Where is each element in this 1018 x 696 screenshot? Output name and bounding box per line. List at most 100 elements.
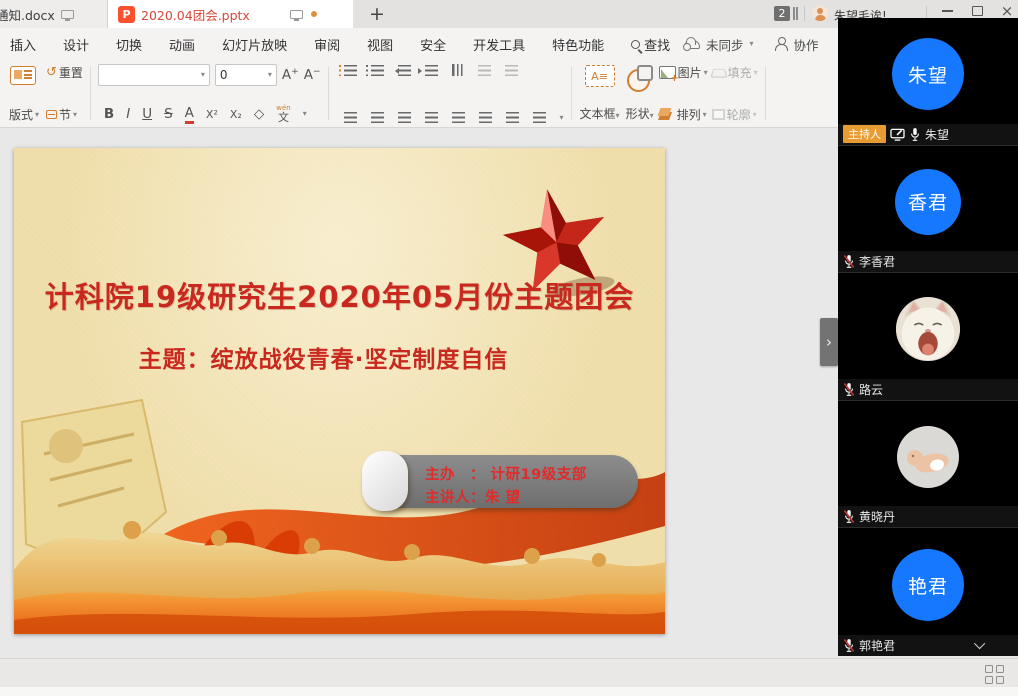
font-name-select[interactable]: ▾ [98,64,210,86]
menu-view[interactable]: 视图 [367,35,393,54]
column-spacing-icon[interactable] [479,112,492,123]
info-capsule[interactable]: 主办 ： 计研19级支部 主讲人：朱 望 [365,455,638,508]
avatar: 香君 [895,169,961,235]
menu-slideshow[interactable]: 幻灯片放映 [222,35,287,54]
participant-label-bar: 郭艳君 [838,635,1018,656]
font-color-button[interactable]: A [185,105,194,123]
participant-tile-3[interactable]: 路云 [838,273,1018,401]
menu-transitions[interactable]: 切换 [116,35,142,54]
participant-name: 郭艳君 [859,637,895,654]
slide-canvas[interactable]: 计科院19级研究生2020年05月份主题团会 主题：绽放战役青春·坚定制度自信 … [14,148,665,634]
subscript-button[interactable]: X₂ [230,108,242,121]
section-button[interactable]: 节▾ [46,106,83,123]
wps-presentation-icon: P [118,6,135,23]
pinyin-guide-button[interactable]: wén 文 [276,105,290,123]
mic-on-icon [909,127,921,142]
menu-insert[interactable]: 插入 [10,35,36,54]
arrange-button[interactable]: 排列▾ [659,106,708,123]
avatar: 朱望 [892,38,964,110]
participant-tile-1[interactable]: 朱望 主持人 朱望 [838,18,1018,146]
italic-button[interactable]: I [126,106,130,122]
user-avatar[interactable] [812,5,828,21]
fill-button[interactable]: 填充▾ [712,64,758,81]
arrange-icon [659,108,675,122]
tab-document-docx[interactable]: 通知.docx [0,0,108,28]
align-center-icon[interactable] [371,112,384,123]
menu-find[interactable]: 查找 [631,35,670,54]
clear-format-icon[interactable]: ◇ [254,106,264,122]
align-right-icon[interactable] [398,112,411,123]
layout-group: 版式▾ [4,63,44,124]
participant-label-bar: 路云 [838,379,1018,400]
window-stack-icon [793,7,798,20]
shapes-button[interactable]: 形状▾ [623,63,657,124]
participant-name: 黄晓丹 [859,508,895,525]
bullet-list-icon[interactable] [344,65,357,76]
mic-muted-icon [843,254,855,269]
sync-status[interactable]: 未同步 [706,35,744,54]
baby-photo-avatar [896,425,960,489]
menu-security[interactable]: 安全 [420,35,446,54]
slide-layout-icon[interactable] [10,66,36,85]
document-count-badge[interactable]: 2 [774,6,790,21]
line-spacing-icon[interactable] [533,112,546,123]
reset-button[interactable]: ↺ 重置 [46,64,83,81]
menu-right-cluster: 未同步 ▾ 协作 [684,28,819,60]
merge-shapes-icon[interactable] [505,65,518,76]
tab-document-pptx-active[interactable]: P 2020.04团会.pptx [108,0,353,28]
participant-tile-2[interactable]: 香君 李香君 [838,146,1018,274]
collaborate-icon [774,37,788,51]
increase-font-button[interactable]: A [282,67,299,83]
increase-indent-icon[interactable] [425,65,438,76]
superscript-button[interactable]: X² [206,108,218,121]
host-badge: 主持人 [843,125,886,143]
cat-photo-avatar [894,295,962,363]
outline-button[interactable]: 轮廓▾ [712,106,758,123]
new-tab-button[interactable]: + [362,0,392,28]
participant-tile-4[interactable]: 黄晓丹 [838,401,1018,529]
collapse-panel-chevron-icon[interactable] [974,638,985,649]
menu-design[interactable]: 设计 [63,35,89,54]
menu-devtools[interactable]: 开发工具 [473,35,525,54]
tab-label: 通知.docx [0,5,55,24]
tab-label: 2020.04团会.pptx [141,5,250,24]
text-direction-icon[interactable] [452,64,464,76]
justify-icon[interactable] [425,112,438,123]
slide-subtitle-text[interactable]: 主题：绽放战役青春·坚定制度自信 [14,340,649,374]
section-icon [46,110,57,119]
mouse-shape-decoration [362,451,408,511]
decrease-font-button[interactable]: A [304,67,321,83]
participant-name: 李香君 [859,253,895,270]
fill-icon [710,69,727,78]
underline-button[interactable]: U [142,106,152,122]
font-size-select[interactable]: 0▾ [215,64,277,86]
textbox-button[interactable]: A≡ 文本框▾ [577,63,623,124]
layout-button[interactable]: 版式▾ [9,106,39,123]
distribute-icon[interactable] [452,112,465,123]
insert-group: 图片▾ 排列▾ [657,63,710,124]
placeholder-icon[interactable] [478,65,491,76]
picture-button[interactable]: 图片▾ [659,64,708,81]
screen-cast-icon [61,10,74,19]
strikethrough-button[interactable]: S [164,106,173,122]
menu-features[interactable]: 特色功能 [552,35,604,54]
participant-tile-5[interactable]: 艳君 郭艳君 [838,528,1018,656]
slide-title-text[interactable]: 计科院19级研究生2020年05月份主题团会 [14,274,665,316]
row-spacing-icon[interactable] [506,112,519,123]
font-group: ▾ 0▾ A A B I U S A X² X₂ ◇ wén 文 [96,63,323,124]
bold-button[interactable]: B [104,106,114,122]
numbered-list-icon[interactable] [371,65,384,76]
screen-share-icon [890,128,905,141]
view-switcher-grid-icon[interactable] [985,665,1004,684]
participant-label-bar: 李香君 [838,251,1018,272]
menu-review[interactable]: 审阅 [314,35,340,54]
divider [804,6,805,21]
panel-expand-handle[interactable]: › [820,318,838,366]
participant-label-bar: 黄晓丹 [838,506,1018,527]
participant-label-bar: 主持人 朱望 [838,124,1018,145]
decrease-indent-icon[interactable] [398,65,411,76]
collaborate-button[interactable]: 协作 [794,35,819,54]
menu-animation[interactable]: 动画 [169,35,195,54]
unsaved-dot-icon [311,11,317,17]
align-left-icon[interactable] [344,112,357,123]
